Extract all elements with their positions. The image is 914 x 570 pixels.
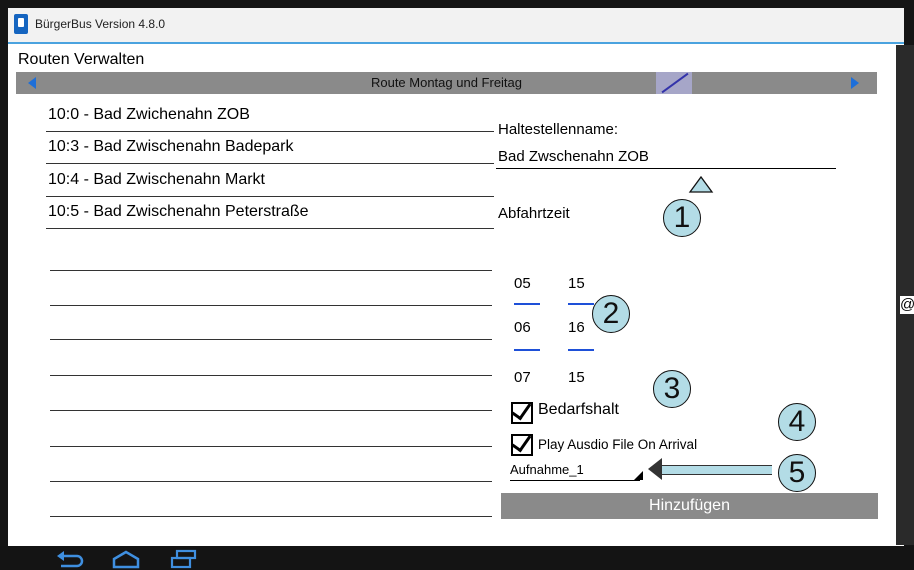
stop-name-value: Bad Zwschenahn ZOB: [498, 148, 649, 165]
empty-list-row[interactable]: [50, 410, 492, 411]
side-edge-panel: [896, 45, 914, 545]
stop-list-item[interactable]: 10:3 - Bad Zwischenahn Badepark: [46, 133, 494, 164]
add-button[interactable]: Hinzufügen: [501, 493, 878, 519]
stop-name-input[interactable]: Bad Zwschenahn ZOB: [496, 146, 836, 169]
stop-list-item[interactable]: 10:5 - Bad Zwischenahn Peterstraße: [46, 198, 494, 229]
time-hour[interactable]: 07: [514, 369, 531, 386]
annotation-arrowhead-icon: [648, 458, 662, 480]
stop-list-item[interactable]: 10:4 - Bad Zwischenahn Markt: [46, 166, 494, 197]
android-nav-bar: [0, 546, 914, 570]
empty-list-row[interactable]: [50, 516, 492, 517]
time-hour[interactable]: 05: [514, 275, 531, 292]
app-title: BürgerBus Version 4.8.0: [35, 17, 166, 31]
stop-name-label: Haltestellenname:: [498, 121, 619, 138]
stop-label: 10:5 - Bad Zwischenahn Peterstraße: [48, 203, 309, 220]
on-demand-checkbox[interactable]: [511, 402, 533, 424]
empty-list-row[interactable]: [50, 446, 492, 447]
next-route-arrow-icon[interactable]: [851, 77, 859, 89]
back-icon[interactable]: [55, 550, 87, 568]
callout-badge: 2: [592, 295, 630, 333]
recent-apps-icon[interactable]: [168, 549, 200, 569]
empty-list-row[interactable]: [50, 270, 492, 271]
dropdown-corner-icon[interactable]: [634, 471, 643, 480]
app-icon: [14, 14, 28, 34]
time-minute[interactable]: 15: [568, 275, 585, 292]
time-picker-divider: [514, 349, 540, 351]
stop-label: 10:0 - Bad Zwichenahn ZOB: [48, 106, 250, 123]
callout-badge: 5: [778, 454, 816, 492]
empty-list-row[interactable]: [50, 375, 492, 376]
home-icon[interactable]: [110, 549, 142, 569]
route-edit-slash-icon[interactable]: [656, 72, 692, 94]
stop-list-item[interactable]: 10:0 - Bad Zwichenahn ZOB: [46, 101, 494, 132]
title-bar: BürgerBus Version 4.8.0: [8, 8, 904, 44]
time-minute-selected[interactable]: 16: [568, 319, 585, 336]
annotation-arrow-icon: [656, 465, 772, 475]
caret-up-icon[interactable]: [688, 174, 714, 194]
empty-list-row[interactable]: [50, 305, 492, 306]
empty-list-row[interactable]: [50, 481, 492, 482]
on-demand-label[interactable]: Bedarfshalt: [538, 401, 619, 419]
page-title: Routen Verwalten: [18, 51, 145, 68]
play-audio-checkbox[interactable]: [511, 434, 533, 456]
callout-badge: 1: [663, 199, 701, 237]
time-hour-selected[interactable]: 06: [514, 319, 531, 336]
time-picker-divider: [568, 349, 594, 351]
time-picker-divider: [568, 303, 594, 305]
callout-badge: 4: [778, 403, 816, 441]
audio-file-value: Aufnahme_1: [510, 462, 584, 477]
time-minute[interactable]: 15: [568, 369, 585, 386]
play-audio-label[interactable]: Play Ausdio File On Arrival: [538, 437, 697, 452]
stop-label: 10:3 - Bad Zwischenahn Badepark: [48, 138, 294, 155]
edge-glyph: @: [900, 296, 914, 314]
stop-label: 10:4 - Bad Zwischenahn Markt: [48, 171, 265, 188]
time-picker-divider: [514, 303, 540, 305]
departure-time-label: Abfahrtzeit: [498, 205, 570, 222]
audio-file-select[interactable]: Aufnahme_1: [510, 460, 640, 481]
previous-route-arrow-icon[interactable]: [28, 77, 36, 89]
callout-badge: 3: [653, 370, 691, 408]
empty-list-row[interactable]: [50, 339, 492, 340]
app-screen: BürgerBus Version 4.8.0 Routen Verwalten…: [8, 8, 904, 546]
route-title: Route Montag und Freitag: [370, 75, 523, 90]
